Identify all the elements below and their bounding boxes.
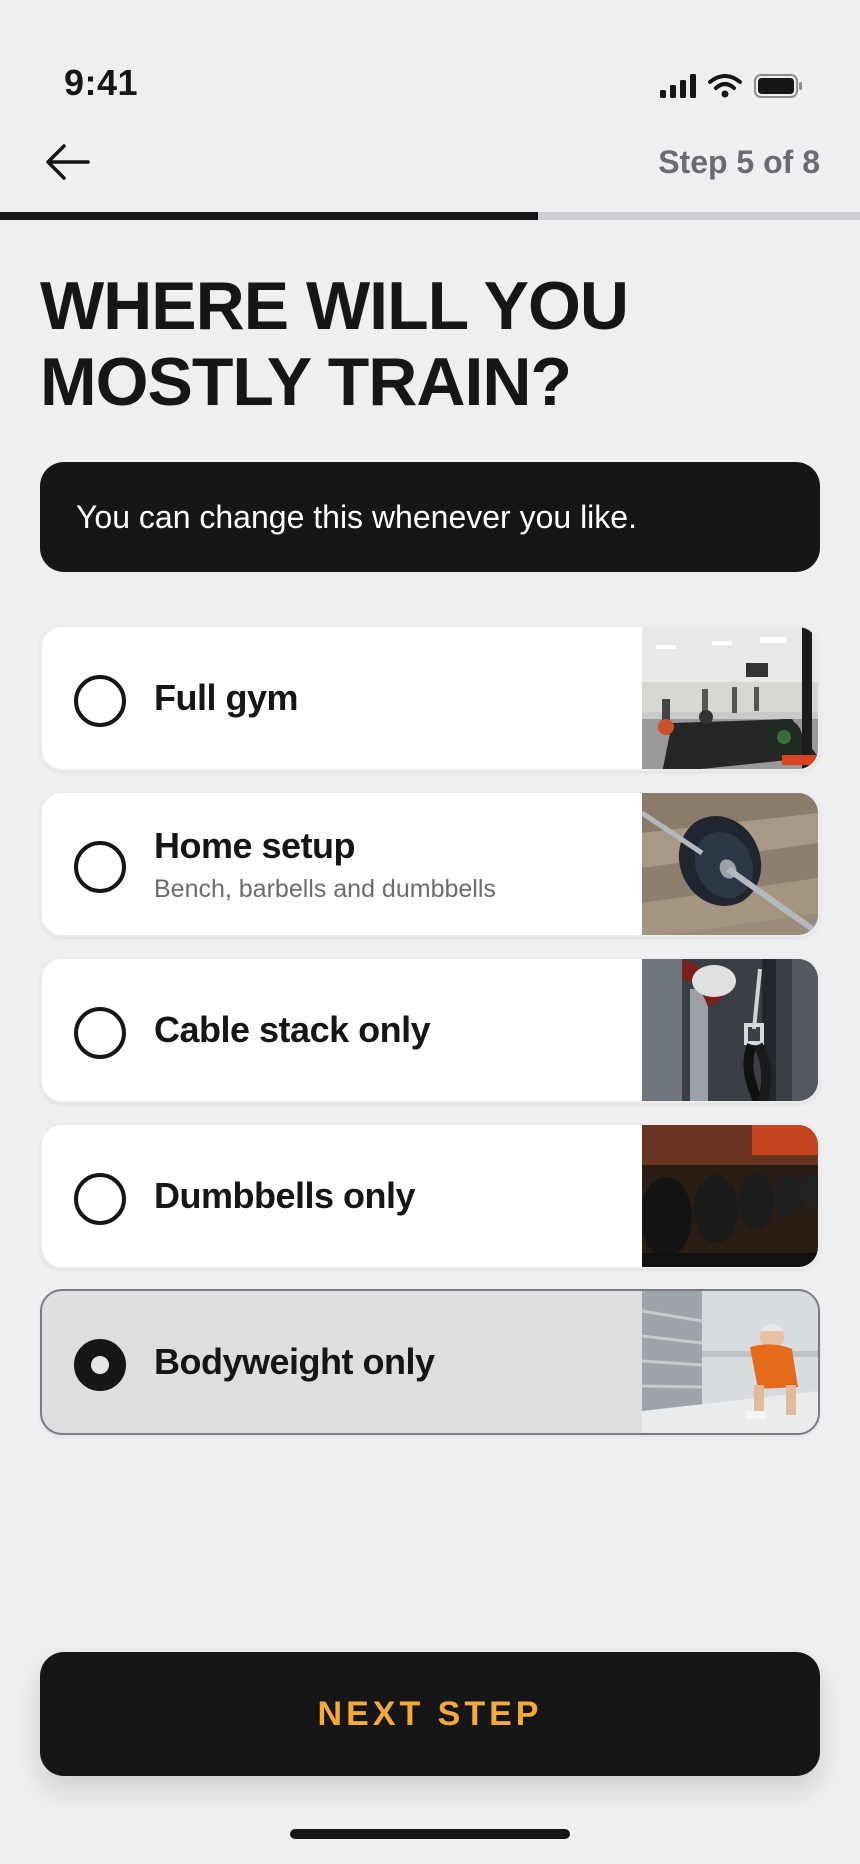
signal-icon <box>660 74 696 103</box>
progress-bar <box>0 212 860 220</box>
navigation-bar: Step 5 of 8 <box>0 130 860 214</box>
status-bar: 9:41 <box>0 0 860 120</box>
option-bodyweight-only[interactable]: Bodyweight only <box>40 1289 820 1435</box>
push-up-photo <box>642 1291 818 1433</box>
option-dumbbells-only[interactable]: Dumbbells only <box>40 1123 820 1269</box>
option-subtitle: Bench, barbells and dumbbells <box>154 874 496 903</box>
barbell-on-floor-photo <box>642 793 818 935</box>
status-icons <box>660 74 804 103</box>
home-indicator <box>290 1829 570 1839</box>
progress-bar-fill <box>0 212 538 220</box>
option-title: Cable stack only <box>154 1009 431 1050</box>
radio-button[interactable] <box>74 1173 126 1225</box>
option-title: Full gym <box>154 677 299 718</box>
option-title: Bodyweight only <box>154 1341 435 1382</box>
step-indicator: Step 5 of 8 <box>658 144 820 180</box>
option-cable-stack[interactable]: Cable stack only <box>40 957 820 1103</box>
arrow-left-icon <box>44 142 92 187</box>
info-banner: You can change this whenever you like. <box>40 462 820 572</box>
battery-icon <box>754 74 804 103</box>
option-title: Home setup <box>154 824 356 866</box>
wifi-icon <box>708 74 742 103</box>
radio-button[interactable] <box>74 1339 126 1391</box>
gym-interior-photo <box>642 627 818 769</box>
option-full-gym[interactable]: Full gym <box>40 625 820 771</box>
radio-button[interactable] <box>74 841 126 893</box>
radio-button[interactable] <box>74 1007 126 1059</box>
option-title: Dumbbells only <box>154 1175 416 1216</box>
back-button[interactable] <box>40 136 96 192</box>
option-home-setup[interactable]: Home setup Bench, barbells and dumbbells <box>40 791 820 937</box>
next-step-button[interactable]: NEXT STEP <box>40 1652 820 1776</box>
cable-machine-photo <box>642 959 818 1101</box>
status-time: 9:41 <box>64 62 139 103</box>
training-location-options: Full gym Home setup Bench, barbells and … <box>40 625 820 1455</box>
page-title: WHERE WILL YOU MOSTLY TRAIN? <box>40 268 629 420</box>
radio-button[interactable] <box>74 675 126 727</box>
dumbbell-rack-photo <box>642 1125 818 1267</box>
